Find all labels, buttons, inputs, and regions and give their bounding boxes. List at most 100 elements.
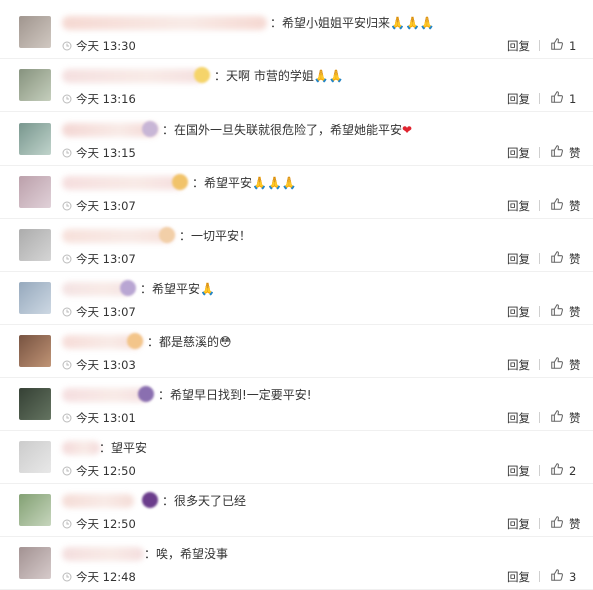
username-blurred[interactable] xyxy=(62,229,174,243)
comment-item: ：在国外一旦失联就很危险了，希望她能平安❤ 今天 13:15 回复 赞 xyxy=(0,113,593,166)
reply-button[interactable]: 回复 xyxy=(507,304,530,320)
like-button[interactable]: 赞 xyxy=(550,250,581,267)
like-button[interactable]: 1 xyxy=(550,37,576,54)
timestamp-text: 今天 13:07 xyxy=(76,252,136,266)
comment-text: ：希望平安🙏🙏🙏 xyxy=(192,174,297,192)
username-blurred[interactable] xyxy=(62,16,267,30)
avatar-image xyxy=(19,494,51,526)
like-button[interactable]: 3 xyxy=(550,568,576,585)
avatar[interactable] xyxy=(19,441,51,473)
avatar[interactable] xyxy=(19,123,51,155)
comment-item: ：都是慈溪的😳 今天 13:03 回复 赞 xyxy=(0,325,593,378)
comment-item: ：很多天了已经 今天 12:50 回复 赞 xyxy=(0,484,593,537)
comment-body: ：望平安 xyxy=(99,441,148,455)
clock-icon xyxy=(62,40,72,51)
comment-body: ：都是慈溪的 xyxy=(147,335,220,349)
avatar[interactable] xyxy=(19,547,51,579)
thumbs-up-icon xyxy=(550,568,569,585)
like-button[interactable]: 赞 xyxy=(550,197,581,214)
clock-icon xyxy=(62,200,72,211)
username-blurred[interactable] xyxy=(62,176,184,190)
timestamp-text: 今天 13:03 xyxy=(76,358,136,372)
thumbs-up-icon xyxy=(550,37,569,54)
reply-button[interactable]: 回复 xyxy=(507,91,530,107)
thumbs-up-icon xyxy=(550,356,569,373)
reply-button[interactable]: 回复 xyxy=(507,569,530,585)
clock-icon xyxy=(62,465,72,476)
like-count: 2 xyxy=(569,463,577,478)
like-button[interactable]: 2 xyxy=(550,462,576,479)
reply-button[interactable]: 回复 xyxy=(507,38,530,54)
emoji-icon: 🙏🙏🙏 xyxy=(390,16,435,30)
comment-body: ：希望小姐姐平安归来 xyxy=(270,16,391,30)
comment-body: ：希望平安 xyxy=(192,176,253,190)
like-count: 1 xyxy=(569,38,577,53)
like-button[interactable]: 赞 xyxy=(550,356,581,373)
timestamp-text: 今天 12:48 xyxy=(76,570,136,584)
like-button[interactable]: 1 xyxy=(550,90,576,107)
user-badge-icon xyxy=(142,121,158,137)
reply-button[interactable]: 回复 xyxy=(507,516,530,532)
thumbs-up-icon xyxy=(550,90,569,107)
clock-icon xyxy=(62,93,72,104)
comment-item: ：希望小姐姐平安归来🙏🙏🙏 今天 13:30 回复 1 xyxy=(0,6,593,59)
username-blurred[interactable] xyxy=(62,441,100,455)
comment-item: ：一切平安！ 今天 13:07 回复 赞 xyxy=(0,219,593,272)
avatar[interactable] xyxy=(19,335,51,367)
timestamp: 今天 13:03 xyxy=(62,357,136,373)
divider xyxy=(539,306,540,317)
like-count: 赞 xyxy=(569,304,581,319)
avatar[interactable] xyxy=(19,388,51,420)
comment-text: ：希望小姐姐平安归来🙏🙏🙏 xyxy=(270,14,435,32)
like-count: 赞 xyxy=(569,145,581,160)
comment-text: ：在国外一旦失联就很危险了，希望她能平安❤ xyxy=(162,121,412,139)
avatar[interactable] xyxy=(19,282,51,314)
clock-icon xyxy=(62,253,72,264)
reply-button[interactable]: 回复 xyxy=(507,198,530,214)
username-blurred[interactable] xyxy=(62,494,134,508)
username-blurred[interactable] xyxy=(62,547,144,561)
like-button[interactable]: 赞 xyxy=(550,409,581,426)
timestamp: 今天 13:16 xyxy=(62,91,136,107)
reply-button[interactable]: 回复 xyxy=(507,145,530,161)
divider xyxy=(539,518,540,529)
like-button[interactable]: 赞 xyxy=(550,303,581,320)
timestamp-text: 今天 13:01 xyxy=(76,411,136,425)
avatar[interactable] xyxy=(19,229,51,261)
like-button[interactable]: 赞 xyxy=(550,144,581,161)
reply-button[interactable]: 回复 xyxy=(507,463,530,479)
comment-item: ：希望平安🙏🙏🙏 今天 13:07 回复 赞 xyxy=(0,166,593,219)
divider xyxy=(539,253,540,264)
avatar-image xyxy=(19,69,51,101)
timestamp-text: 今天 13:16 xyxy=(76,92,136,106)
timestamp: 今天 12:50 xyxy=(62,463,136,479)
timestamp: 今天 12:48 xyxy=(62,569,136,585)
comment-body: ：唉，希望没事 xyxy=(144,547,229,561)
avatar-image xyxy=(19,229,51,261)
clock-icon xyxy=(62,306,72,317)
user-badge-icon xyxy=(142,492,158,508)
reply-button[interactable]: 回复 xyxy=(507,357,530,373)
username-blurred[interactable] xyxy=(62,69,204,83)
avatar[interactable] xyxy=(19,494,51,526)
avatar-image xyxy=(19,282,51,314)
like-button[interactable]: 赞 xyxy=(550,515,581,532)
timestamp-text: 今天 13:07 xyxy=(76,199,136,213)
like-count: 赞 xyxy=(569,198,581,213)
clock-icon xyxy=(62,518,72,529)
timestamp-text: 今天 13:07 xyxy=(76,305,136,319)
avatar[interactable] xyxy=(19,176,51,208)
emoji-icon: ❤ xyxy=(402,123,413,137)
timestamp: 今天 12:50 xyxy=(62,516,136,532)
timestamp-text: 今天 12:50 xyxy=(76,517,136,531)
reply-button[interactable]: 回复 xyxy=(507,410,530,426)
avatar[interactable] xyxy=(19,69,51,101)
comment-item: ：望平安今天 12:50 回复 2 xyxy=(0,431,593,484)
reply-button[interactable]: 回复 xyxy=(507,251,530,267)
avatar[interactable] xyxy=(19,16,51,48)
username-blurred[interactable] xyxy=(62,388,150,402)
clock-icon xyxy=(62,147,72,158)
like-count: 3 xyxy=(569,569,577,584)
comment-item: ：希望平安🙏 今天 13:07 回复 赞 xyxy=(0,272,593,325)
user-badge-icon xyxy=(138,386,154,402)
